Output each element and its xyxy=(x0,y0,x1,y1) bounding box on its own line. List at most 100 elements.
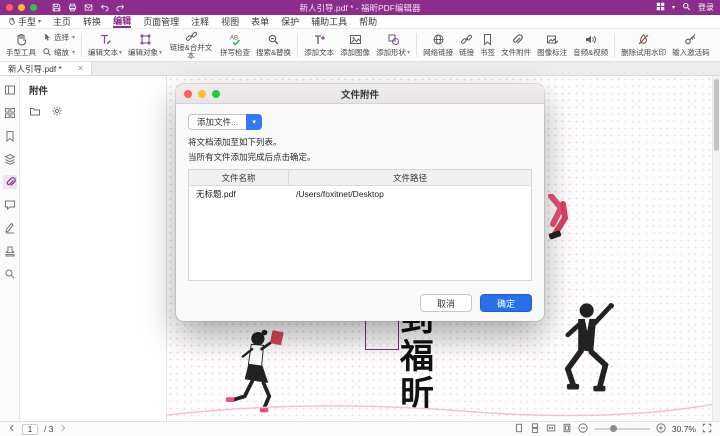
signature-icon[interactable] xyxy=(3,221,17,235)
select-icon xyxy=(42,32,52,44)
dialog-titlebar[interactable]: 文件附件 xyxy=(176,84,544,104)
link-icon xyxy=(460,33,473,46)
toolbar-edit-text[interactable]: 编辑文本▾ xyxy=(85,30,125,61)
window-minimize-button[interactable] xyxy=(18,4,25,11)
search-panel-icon[interactable] xyxy=(3,267,17,281)
ground-curve-decoration xyxy=(167,393,720,421)
chevron-down-icon: ▾ xyxy=(159,49,162,56)
selection-outline xyxy=(365,319,399,350)
zoom-slider[interactable] xyxy=(594,428,650,430)
ok-button[interactable]: 确定 xyxy=(480,294,532,312)
scrollbar-thumb[interactable] xyxy=(714,79,719,151)
menu-home[interactable]: 主页 xyxy=(53,15,71,28)
column-header-file-path: 文件路径 xyxy=(289,170,531,185)
save-icon[interactable] xyxy=(52,3,61,12)
zoom-in-icon[interactable] xyxy=(656,423,666,435)
status-bar: / 3 30.7% xyxy=(0,421,720,436)
toolbar-image-annotation[interactable]: 图像标注 xyxy=(534,30,570,61)
toolbar-hand-tool[interactable]: 手型工具 xyxy=(3,30,39,61)
print-icon[interactable] xyxy=(68,3,77,12)
dialog-zoom-button[interactable] xyxy=(212,90,220,98)
bookmarks-icon[interactable] xyxy=(3,129,17,143)
dialog-close-button[interactable] xyxy=(184,90,192,98)
chevron-down-icon[interactable]: ▾ xyxy=(672,4,675,11)
toolbar-spell-check[interactable]: AB 拼写检查 xyxy=(217,30,253,61)
table-row[interactable]: 无标题.pdf /Users/foxitnet/Desktop xyxy=(189,186,531,202)
file-attachment-icon xyxy=(510,33,523,46)
zoom-out-icon[interactable] xyxy=(578,423,588,435)
attachment-table-header: 文件名称 文件路径 xyxy=(189,170,531,186)
vertical-scrollbar[interactable] xyxy=(712,76,720,421)
mail-icon[interactable] xyxy=(84,3,93,12)
open-attachment-icon[interactable] xyxy=(29,104,41,122)
redo-icon[interactable] xyxy=(116,3,125,12)
menu-protect[interactable]: 保护 xyxy=(281,15,299,28)
dialog-actions: 取消 确定 xyxy=(420,294,532,312)
add-file-button[interactable]: 添加文件... xyxy=(188,114,246,130)
menu-convert[interactable]: 转换 xyxy=(83,15,101,28)
menu-accessibility[interactable]: 辅助工具 xyxy=(311,15,347,28)
attachment-settings-icon[interactable] xyxy=(51,104,63,122)
toolbar-enter-activation-code[interactable]: 输入激活码 xyxy=(669,30,713,61)
window-zoom-button[interactable] xyxy=(30,4,37,11)
single-page-view-icon[interactable] xyxy=(514,423,524,435)
toolbar-web-link[interactable]: 网络链接 xyxy=(420,30,456,61)
next-page-icon[interactable] xyxy=(59,424,67,434)
add-file-dropdown-button[interactable]: ▾ xyxy=(246,114,262,130)
hand-mode-icon xyxy=(8,17,16,27)
fit-page-icon[interactable] xyxy=(562,423,572,435)
attachments-icon[interactable] xyxy=(3,175,17,189)
window-close-button[interactable] xyxy=(6,4,13,11)
page-number-input[interactable] xyxy=(22,424,38,435)
toolbar-link[interactable]: 链接 xyxy=(456,30,477,61)
prev-page-icon[interactable] xyxy=(8,424,16,434)
toolbar: 手型工具 选择▾ 缩放▾ 编辑文本▾ 编辑对象▾ 链接&合并文本 AB xyxy=(0,29,720,62)
menu-view[interactable]: 视图 xyxy=(221,15,239,28)
navigation-strip xyxy=(0,76,20,421)
menu-edit[interactable]: 编辑 xyxy=(113,15,131,28)
continuous-view-icon[interactable] xyxy=(530,423,540,435)
toolbar-select[interactable]: 选择▾ xyxy=(42,32,75,44)
menu-form[interactable]: 表单 xyxy=(251,15,269,28)
illustration-partial-figure xyxy=(541,194,573,244)
toolbar-audio-video[interactable]: 音频&视频 xyxy=(570,30,611,61)
fullscreen-icon[interactable] xyxy=(702,423,712,435)
login-link[interactable]: 登录 xyxy=(698,2,714,13)
menu-page-management[interactable]: 页面管理 xyxy=(143,15,179,28)
toolbar-add-shape[interactable]: 添加形状▾ xyxy=(373,30,413,61)
toolbar-link-join-text[interactable]: 链接&合并文本 xyxy=(165,30,217,61)
toolbar-add-image[interactable]: 添加图像 xyxy=(337,30,373,61)
cancel-button[interactable]: 取消 xyxy=(420,294,472,312)
page-total-label: / 3 xyxy=(44,424,53,434)
toolbar-edit-object[interactable]: 编辑对象▾ xyxy=(125,30,165,61)
toolbar-file-attachment[interactable]: 文件附件 xyxy=(498,30,534,61)
menu-hand-mode[interactable]: 手型▾ xyxy=(8,15,41,28)
layers-icon[interactable] xyxy=(3,152,17,166)
panel-toggle-icon[interactable] xyxy=(3,83,17,97)
add-shape-icon xyxy=(387,33,400,46)
zoom-icon xyxy=(42,47,52,59)
toolbar-remove-trial-watermark[interactable]: 删除试用水印 xyxy=(618,30,669,61)
document-tab[interactable]: 新人引导.pdf * × xyxy=(0,62,92,75)
tab-bar: 新人引导.pdf * × xyxy=(0,62,720,76)
toolbar-search-replace[interactable]: 搜索&替换 xyxy=(253,30,294,61)
toolbar-bookmark[interactable]: 书签 xyxy=(477,30,498,61)
tab-close-icon[interactable]: × xyxy=(78,64,83,73)
menu-help[interactable]: 帮助 xyxy=(359,15,377,28)
attachments-panel-tools xyxy=(20,101,166,125)
layout-icon[interactable] xyxy=(656,2,665,13)
spell-check-icon: AB xyxy=(229,33,242,46)
menu-comment[interactable]: 注释 xyxy=(191,15,209,28)
zoom-slider-knob[interactable] xyxy=(610,425,617,432)
search-icon[interactable] xyxy=(682,2,691,13)
add-image-icon xyxy=(349,33,362,46)
comments-icon[interactable] xyxy=(3,198,17,212)
thumbnails-icon[interactable] xyxy=(3,106,17,120)
undo-icon[interactable] xyxy=(100,3,109,12)
dialog-minimize-button[interactable] xyxy=(198,90,206,98)
stamps-icon[interactable] xyxy=(3,244,17,258)
toolbar-add-text[interactable]: 添加文本 xyxy=(301,30,337,61)
fit-width-icon[interactable] xyxy=(546,423,556,435)
chevron-down-icon: ▾ xyxy=(252,118,256,126)
toolbar-zoom[interactable]: 缩放▾ xyxy=(42,47,75,59)
